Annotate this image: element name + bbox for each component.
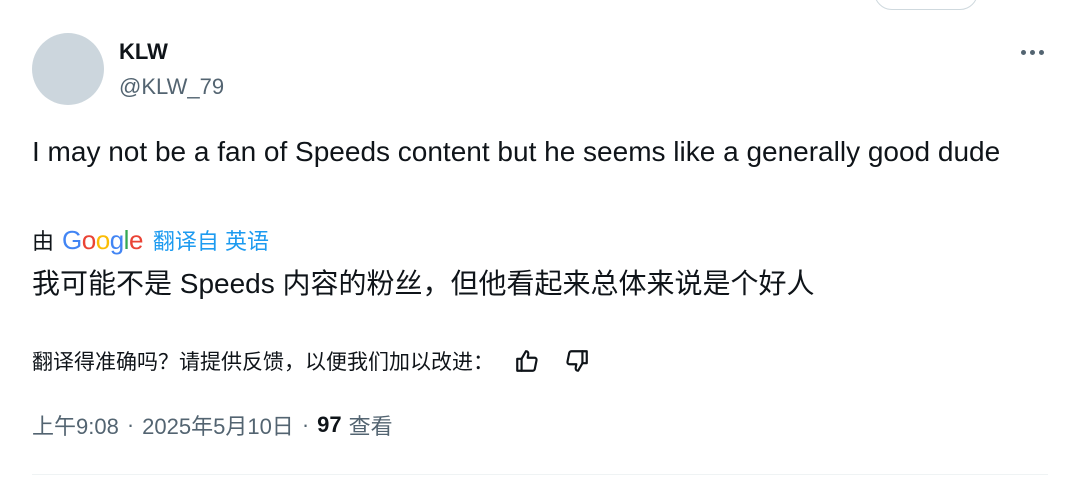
author-handle[interactable]: @KLW_79 xyxy=(119,73,224,101)
tweet-meta: 上午9:08 · 2025年5月10日 · 97 查看 xyxy=(32,408,393,442)
feedback-prompt: 翻译得准确吗？请提供反馈，以便我们加以改进： xyxy=(32,351,494,374)
more-dot xyxy=(1029,49,1035,55)
top-action-button[interactable] xyxy=(874,0,978,10)
more-icon[interactable] xyxy=(1012,38,1052,66)
author-name[interactable]: KLW xyxy=(119,38,168,66)
divider xyxy=(32,474,1048,475)
translated-from-link[interactable]: 翻译自 英语 xyxy=(153,224,269,256)
views-label[interactable]: 查看 xyxy=(349,409,393,441)
google-logo: Google xyxy=(62,224,143,255)
avatar[interactable] xyxy=(32,33,104,105)
more-dot xyxy=(1038,49,1044,55)
meta-separator: · xyxy=(301,412,310,437)
translation-feedback: 翻译得准确吗？请提供反馈，以便我们加以改进： xyxy=(32,344,594,378)
views-count[interactable]: 97 xyxy=(317,412,341,438)
tweet-text: I may not be a fan of Speeds content but… xyxy=(32,136,1001,167)
translated-text: 我可能不是 Speeds 内容的粉丝，但他看起来总体来说是个好人 xyxy=(32,268,815,299)
translation-attribution: 由 Google 翻译自 英语 xyxy=(32,224,269,256)
meta-separator: · xyxy=(126,412,135,437)
more-dot xyxy=(1020,49,1026,55)
thumbs-down-icon[interactable] xyxy=(560,344,594,378)
thumbs-up-icon[interactable] xyxy=(510,344,544,378)
by-label: 由 xyxy=(32,229,55,254)
tweet-time[interactable]: 上午9:08 xyxy=(32,409,119,441)
tweet-date[interactable]: 2025年5月10日 xyxy=(142,409,294,441)
